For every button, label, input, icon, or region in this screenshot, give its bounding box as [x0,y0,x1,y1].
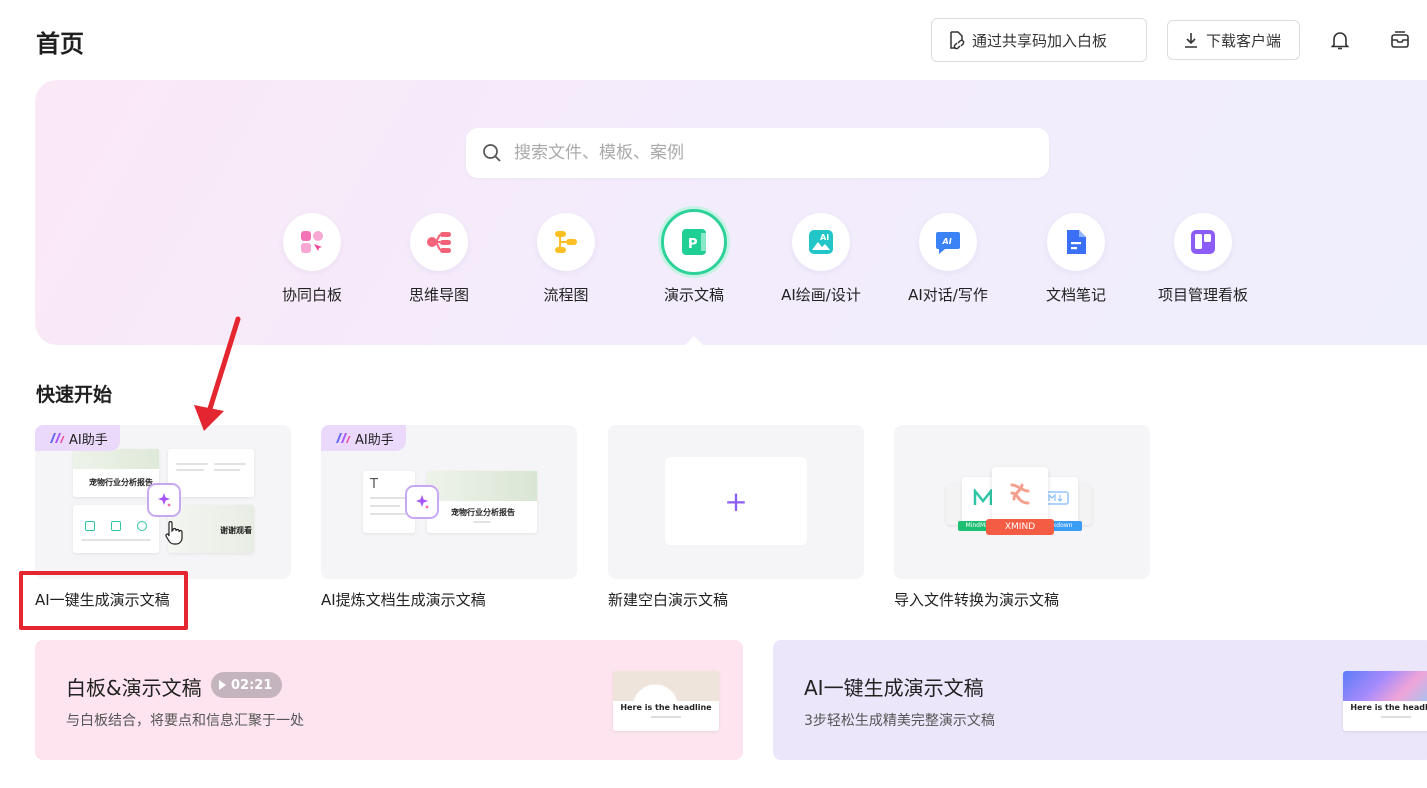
video-duration-badge[interactable]: 02:21 [211,672,283,698]
card-ai-doc-to-presentation[interactable]: T 宠物行业分析报告 AI助手 [321,425,577,579]
category-label: 项目管理看板 [1157,286,1248,304]
card-new-blank-presentation[interactable]: + [608,425,864,579]
ai-badge-label: AI助手 [355,432,394,448]
svg-text:AI: AI [820,233,829,242]
home-page: 首页 通过共享码加入白板 下载客户端 协同白板 思维导图 流程图 [0,0,1427,788]
category-label: 文档笔记 [1045,286,1106,304]
banner-title: 白板&演示文稿 [66,676,202,700]
kanban-icon [1174,213,1232,271]
thumbnail-headline: Here is the headline [620,703,712,712]
category-label: AI绘画/设计 [781,286,861,304]
notification-bell-icon[interactable] [1328,28,1352,52]
svg-text:AI: AI [942,237,952,246]
ai-logo-icon [50,433,65,443]
banner-ai-generate-presentation[interactable]: AI一键生成演示文稿 3步轻松生成精美完整演示文稿 Here is the he… [773,640,1427,760]
mindmap-icon [410,213,468,271]
search-icon [483,144,501,162]
banner-subtitle: 与白板结合，将要点和信息汇聚于一处 [66,713,304,729]
slide-preview [73,505,159,553]
page-title: 首页 [36,30,84,58]
search-bar[interactable] [466,128,1049,178]
inbox-icon[interactable] [1388,28,1412,52]
document-icon [1047,213,1105,271]
category-ai-chat[interactable]: AI AI对话/写作 [888,213,1008,305]
red-arrow-annotation [194,316,241,431]
category-kanban[interactable]: 项目管理看板 [1143,213,1263,305]
video-duration: 02:21 [231,677,273,693]
category-ai-drawing[interactable]: AI AI绘画/设计 [761,213,881,305]
ai-badge-label: AI助手 [69,432,108,448]
join-button-label: 通过共享码加入白板 [972,31,1108,50]
link-doc-icon [950,31,965,50]
play-icon [219,680,226,690]
slide-title: 谢谢观看 [220,526,252,535]
category-document[interactable]: 文档笔记 [1016,213,1136,305]
ai-drawing-icon: AI [792,213,850,271]
card-ai-generate-presentation[interactable]: 宠物行业分析报告 谢谢观看 AI助手 [35,425,291,579]
ai-sparkle-icon [147,483,181,517]
category-label: 流程图 [543,286,589,304]
banner-title: AI一键生成演示文稿 [804,676,984,700]
flowchart-icon [537,213,595,271]
hand-cursor-icon [165,521,183,545]
whiteboard-icon [283,213,341,271]
ai-assistant-badge: AI助手 [35,425,120,451]
category-mindmap[interactable]: 思维导图 [379,213,499,305]
active-tab-indicator [684,336,704,346]
svg-text:P: P [688,237,698,252]
category-flowchart[interactable]: 流程图 [506,213,626,305]
slide-title: 宠物行业分析报告 [89,478,153,487]
plus-icon: + [665,457,807,545]
red-highlight-box [19,571,188,630]
category-whiteboard[interactable]: 协同白板 [252,213,372,305]
slide-title: 宠物行业分析报告 [451,508,515,517]
download-icon [1185,33,1197,48]
download-button-label: 下载客户端 [1206,31,1282,50]
card-label[interactable]: 导入文件转换为演示文稿 [894,589,1059,610]
ai-logo-icon [336,433,351,443]
thumbnail-headline: Here is the headline [1350,703,1427,712]
card-label[interactable]: AI提炼文档生成演示文稿 [321,589,486,610]
category-label: 演示文稿 [663,286,724,304]
ai-sparkle-icon [405,485,439,519]
category-label: AI对话/写作 [908,286,988,304]
join-by-share-code-button[interactable]: 通过共享码加入白板 [931,18,1147,62]
card-import-file-to-presentation[interactable]: MindMaster Markdown XMIND [894,425,1150,579]
category-presentation[interactable]: P 演示文稿 [634,209,754,305]
category-label: 协同白板 [281,286,342,304]
presentation-icon: P [661,209,727,275]
banner-thumbnail: Here is the headline [1343,671,1427,731]
quick-start-title: 快速开始 [36,384,113,406]
xmind-file-icon: XMIND [986,467,1054,535]
category-label: 思维导图 [408,286,469,304]
download-client-button[interactable]: 下载客户端 [1167,20,1300,60]
search-input[interactable] [514,143,994,163]
banner-whiteboard-presentation[interactable]: 白板&演示文稿 02:21 与白板结合，将要点和信息汇聚于一处 Here is … [35,640,743,760]
card-label[interactable]: 新建空白演示文稿 [608,589,728,610]
banner-subtitle: 3步轻松生成精美完整演示文稿 [804,713,995,729]
file-tag-label: XMIND [986,519,1054,535]
ai-chat-icon: AI [919,213,977,271]
ai-assistant-badge: AI助手 [321,425,406,451]
banner-thumbnail: Here is the headline [613,671,719,731]
slide-preview: 宠物行业分析报告 [427,471,537,533]
